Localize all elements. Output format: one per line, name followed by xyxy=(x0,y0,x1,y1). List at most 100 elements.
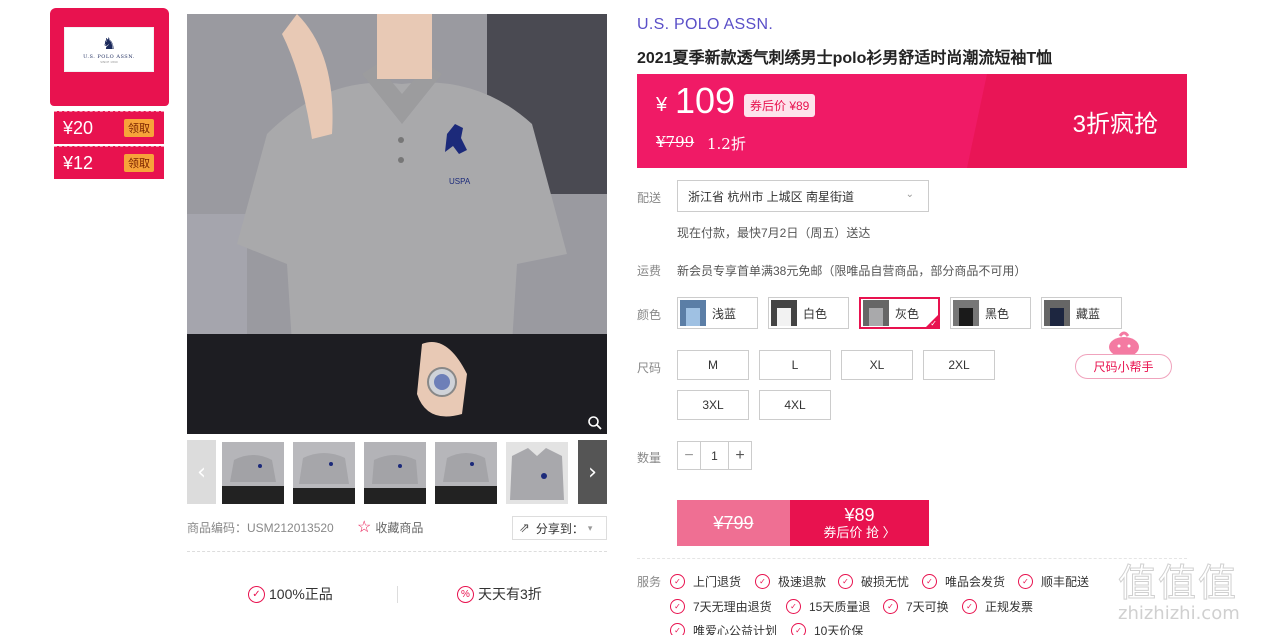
site-watermark: 值值值 zhizhizhi.com xyxy=(1118,552,1258,632)
coupon-12[interactable]: ¥12 领取 xyxy=(54,146,164,179)
favorite-label: 收藏商品 xyxy=(375,520,424,535)
thumbnail-next-button[interactable]: › xyxy=(578,440,607,504)
color-option-white[interactable]: 白色 xyxy=(768,297,849,329)
favorite-button[interactable]: ☆ 收藏商品 xyxy=(357,517,423,537)
service-item-label: 上门退货 xyxy=(693,575,742,589)
check-circle-icon: ✓ xyxy=(670,623,685,635)
after-coupon-price-tag: 券后价 ¥89 xyxy=(744,94,816,117)
service-item-label: 7天无理由退货 xyxy=(693,600,772,614)
check-circle-icon: ✓ xyxy=(883,599,898,614)
assurance-genuine-label: 100%正品 xyxy=(269,586,333,602)
mascot-icon xyxy=(1109,331,1139,356)
color-option-light-blue[interactable]: 浅蓝 xyxy=(677,297,758,329)
color-option-black[interactable]: 黑色 xyxy=(950,297,1031,329)
quantity-decrease-button[interactable]: − xyxy=(678,442,700,469)
brand-logo-sub: SINCE 1890 xyxy=(100,59,118,64)
check-circle-icon: ✓ xyxy=(755,574,770,589)
size-option-2xl[interactable]: 2XL xyxy=(923,350,995,380)
color-swatch xyxy=(1044,300,1070,326)
assurance-discount: % 天天有3折 xyxy=(457,584,542,604)
size-option-3xl[interactable]: 3XL xyxy=(677,390,749,420)
color-option-label: 黑色 xyxy=(985,306,1010,321)
service-label: 服务 xyxy=(637,575,662,589)
buy-with-coupon-button[interactable]: ¥89 券后价 抢 〉 xyxy=(790,500,929,546)
promo-banner-text: 3折疯抢 xyxy=(1072,111,1158,138)
check-circle-icon: ✓ xyxy=(786,599,801,614)
main-product-image[interactable]: USPA xyxy=(187,14,607,434)
share-icon: ⇗ xyxy=(519,520,530,535)
coupon-20[interactable]: ¥20 领取 xyxy=(54,111,164,144)
buy-original-price[interactable]: ¥799 xyxy=(677,500,790,546)
service-item: ✓ 7天可换 xyxy=(883,598,949,615)
discount-rate: 1.2折 xyxy=(707,135,746,153)
color-option-label: 灰色 xyxy=(895,306,920,321)
shipping-label: 运费 xyxy=(637,264,662,278)
service-item: ✓ 正规发票 xyxy=(962,598,1033,615)
check-circle-icon: ✓ xyxy=(962,599,977,614)
color-swatch xyxy=(953,300,979,326)
size-option-m[interactable]: M xyxy=(677,350,749,380)
service-item: ✓ 15天质量退 xyxy=(786,598,870,615)
divider xyxy=(637,558,1187,559)
product-title: 2021夏季新款透气刺绣男士polo衫男舒适时尚潮流短袖T恤 xyxy=(637,50,1053,67)
assurance-genuine: ✓ 100%正品 xyxy=(248,584,333,604)
price-panel: ¥ 109 券后价 ¥89 ¥799 1.2折 3折疯抢 xyxy=(637,74,1187,168)
shipping-note: 新会员专享首单满38元免邮（限唯品自营商品，部分商品不可用） xyxy=(677,264,1027,278)
claim-coupon-button[interactable]: 领取 xyxy=(124,154,154,172)
quantity-input[interactable]: 1 xyxy=(700,442,729,469)
size-label: 尺码 xyxy=(637,361,662,375)
percent-icon: % xyxy=(457,585,474,603)
check-circle-icon: ✓ xyxy=(922,574,937,589)
thumbnail[interactable] xyxy=(222,442,284,504)
service-item-label: 15天质量退 xyxy=(809,600,871,614)
check-icon: ✓ xyxy=(930,319,937,328)
size-option-4xl[interactable]: 4XL xyxy=(759,390,831,420)
thumbnail[interactable] xyxy=(293,442,355,504)
color-option-navy[interactable]: 藏蓝 xyxy=(1041,297,1122,329)
delivery-estimate: 现在付款，最快7月2日（周五）送达 xyxy=(677,226,871,240)
quantity-increase-button[interactable]: + xyxy=(729,442,751,469)
current-price: 109 xyxy=(675,80,736,121)
address-select[interactable]: 浙江省 杭州市 上城区 南星街道 ⌄ xyxy=(677,180,929,212)
service-item: ✓ 唯品会发货 xyxy=(922,573,1005,590)
color-option-label: 白色 xyxy=(803,306,828,321)
quantity-label: 数量 xyxy=(637,451,662,465)
brand-logo: ♞ U.S. POLO ASSN. SINCE 1890 xyxy=(64,27,154,72)
color-option-gray[interactable]: 灰色 ✓ xyxy=(859,297,940,329)
brand-link[interactable]: U.S. POLO ASSN. xyxy=(637,16,773,34)
check-circle-icon: ✓ xyxy=(670,574,685,589)
size-option-l[interactable]: L xyxy=(759,350,831,380)
thumbnail-prev-button[interactable]: ‹ xyxy=(187,440,216,504)
check-circle-icon: ✓ xyxy=(670,599,685,614)
assurance-discount-label: 天天有3折 xyxy=(478,586,542,602)
service-item-label: 破损无忧 xyxy=(861,575,910,589)
service-item: ✓ 唯爱心公益计划 xyxy=(670,622,777,635)
thumbnail[interactable] xyxy=(364,442,426,504)
color-swatch xyxy=(771,300,797,326)
thumbnail[interactable] xyxy=(506,442,568,504)
service-item-label: 唯爱心公益计划 xyxy=(693,624,778,635)
color-swatch xyxy=(680,300,706,326)
service-item-label: 正规发票 xyxy=(985,600,1034,614)
size-option-xl[interactable]: XL xyxy=(841,350,913,380)
share-button[interactable]: ⇗ 分享到： ▾ xyxy=(512,516,607,540)
color-swatch xyxy=(863,300,889,326)
star-icon: ☆ xyxy=(357,519,372,536)
share-label: 分享到： xyxy=(535,521,584,536)
thumbnail[interactable] xyxy=(435,442,497,504)
zoom-icon[interactable] xyxy=(587,415,603,431)
polo-player-icon: ♞ xyxy=(101,33,117,53)
check-circle-icon: ✓ xyxy=(838,574,853,589)
buy-coupon-label: 券后价 抢 〉 xyxy=(823,525,896,540)
check-circle-icon: ✓ xyxy=(791,623,806,635)
sku-code: 商品编码：USM212013520 xyxy=(187,521,334,535)
chevron-down-icon: ⌄ xyxy=(905,189,914,200)
size-helper-button[interactable]: 尺码小帮手 xyxy=(1075,354,1172,379)
quantity-stepper: − 1 + xyxy=(677,441,752,470)
claim-coupon-button[interactable]: 领取 xyxy=(124,119,154,137)
service-item: ✓ 破损无忧 xyxy=(838,573,909,590)
service-item: ✓ 顺丰配送 xyxy=(1018,573,1089,590)
watermark-en: zhizhizhi.com xyxy=(1118,603,1240,624)
currency-symbol: ¥ xyxy=(656,94,668,116)
service-item-label: 极速退款 xyxy=(778,575,827,589)
